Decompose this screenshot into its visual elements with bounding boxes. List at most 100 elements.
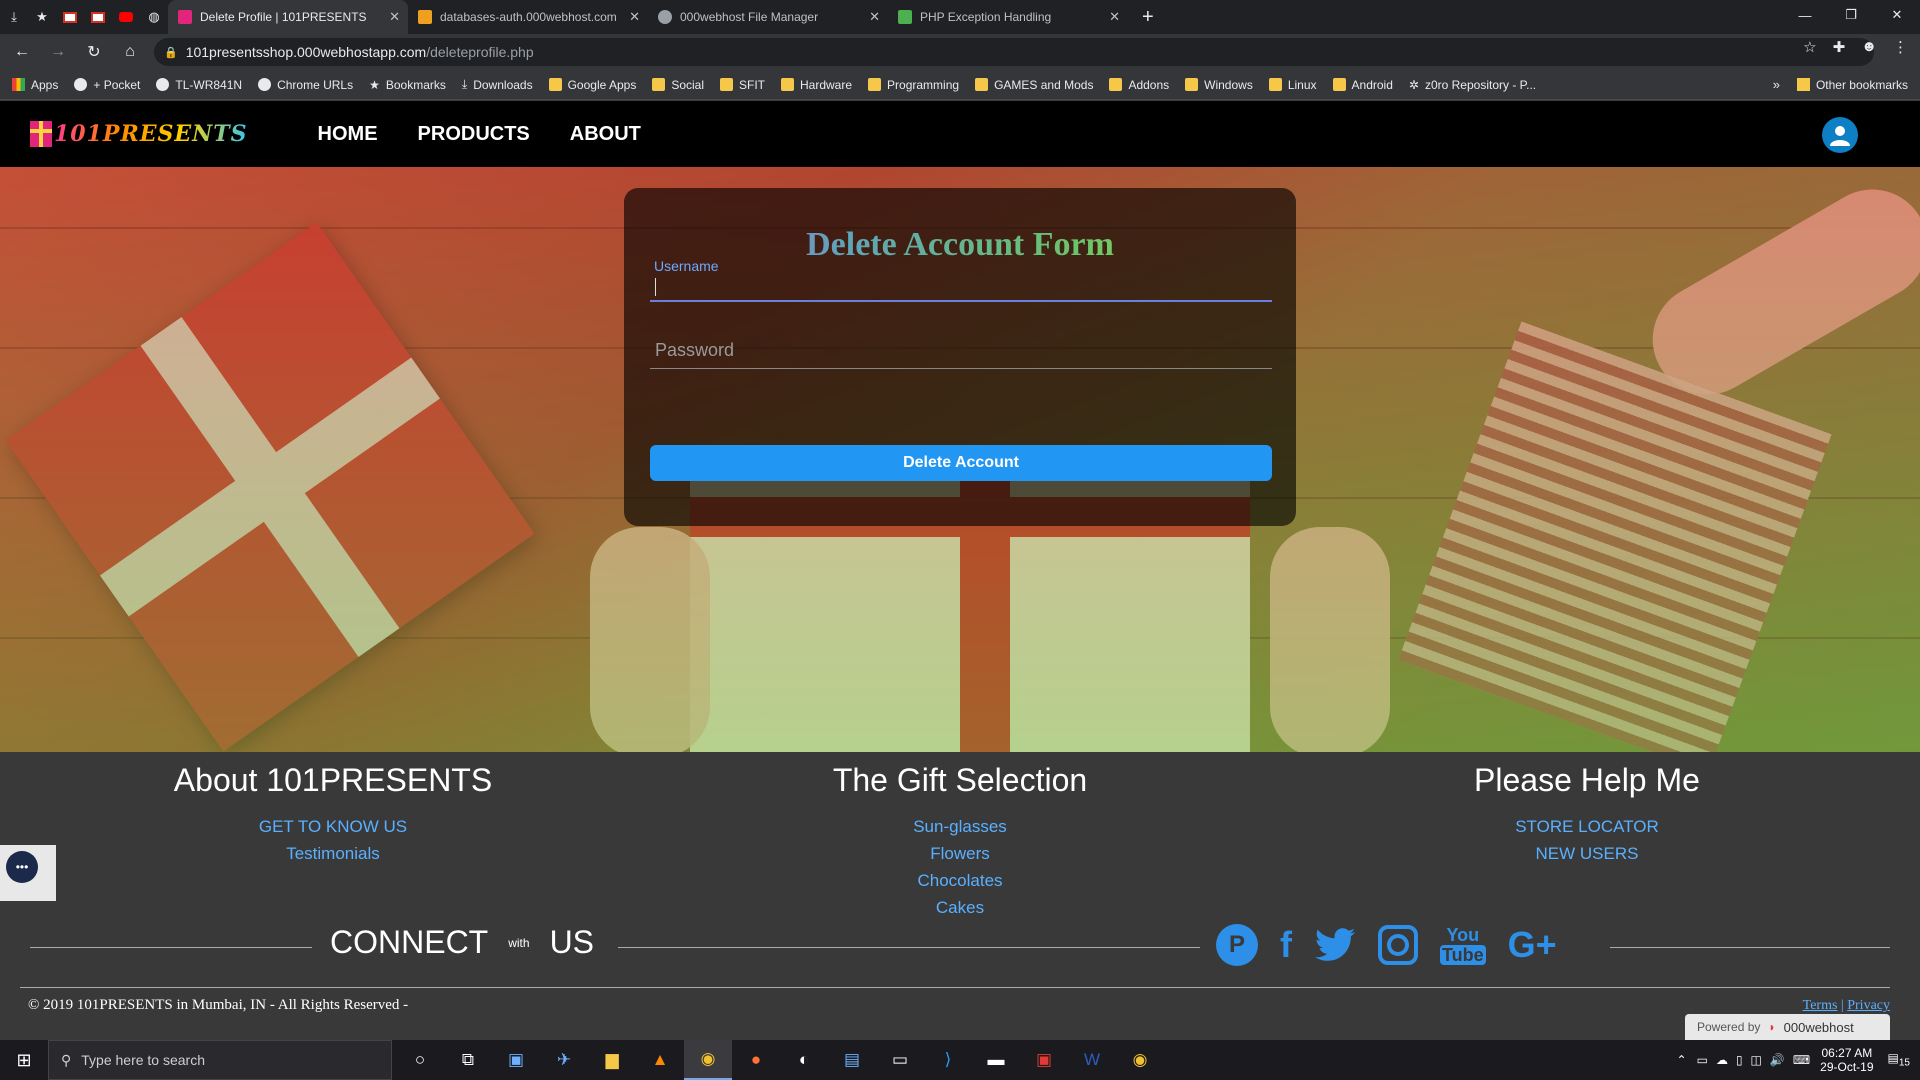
- bookmark-tl-wr841n[interactable]: TL-WR841N: [156, 78, 242, 92]
- app-documents-icon[interactable]: ▤: [828, 1040, 876, 1080]
- bookmark-linux[interactable]: Linux: [1268, 78, 1317, 92]
- download-icon[interactable]: ⤓: [0, 0, 28, 34]
- app-window-icon[interactable]: ▣: [492, 1040, 540, 1080]
- delete-account-button[interactable]: Delete Account: [650, 445, 1272, 481]
- task-view-icon[interactable]: ⧉: [444, 1040, 492, 1080]
- bookmark-apps[interactable]: Apps: [12, 78, 58, 92]
- site-logo[interactable]: 101PRESENTS: [30, 121, 248, 147]
- tab-file-manager[interactable]: 000webhost File Manager ✕: [648, 0, 888, 34]
- bookmark-sfit[interactable]: SFIT: [720, 78, 765, 92]
- footer-link-store-locator[interactable]: STORE LOCATOR: [1337, 813, 1837, 840]
- youtube-icon[interactable]: You Tube: [1440, 925, 1486, 965]
- app-red-icon[interactable]: ▣: [1020, 1040, 1068, 1080]
- cloud-icon[interactable]: ☁: [1716, 1053, 1728, 1067]
- bookmark-android[interactable]: Android: [1332, 78, 1393, 92]
- bookmarks-overflow-button[interactable]: »: [1773, 77, 1780, 92]
- tab-php-exception[interactable]: PHP Exception Handling ✕: [888, 0, 1128, 34]
- pinterest-icon[interactable]: P: [1216, 924, 1258, 966]
- bookmark-chrome-urls[interactable]: Chrome URLs: [258, 78, 353, 92]
- user-account-icon[interactable]: [1822, 117, 1858, 153]
- close-icon[interactable]: ✕: [1109, 9, 1120, 25]
- bookmark-programming[interactable]: Programming: [868, 78, 959, 92]
- vlc-icon[interactable]: ▲: [636, 1040, 684, 1080]
- lock-icon[interactable]: 🔒: [164, 46, 178, 59]
- youtube-pinned-tab[interactable]: [112, 0, 140, 34]
- restore-icon[interactable]: ❐: [1828, 0, 1874, 30]
- reload-icon[interactable]: ↻: [80, 38, 108, 66]
- star-icon[interactable]: ★: [28, 0, 56, 34]
- windows-start-icon[interactable]: ⊞: [0, 1040, 48, 1080]
- back-arrow-icon[interactable]: ←: [8, 38, 36, 66]
- footer-link-cakes[interactable]: Cakes: [710, 894, 1210, 921]
- facebook-icon[interactable]: f: [1280, 924, 1292, 966]
- password-field[interactable]: Password: [650, 338, 1272, 370]
- footer-link-get-to-know-us[interactable]: GET TO KNOW US: [83, 813, 583, 840]
- twitter-icon[interactable]: [1314, 928, 1356, 962]
- nav-home[interactable]: HOME: [318, 123, 378, 146]
- globe-pinned-tab[interactable]: ◍: [140, 0, 168, 34]
- bookmark-windows[interactable]: Windows: [1185, 78, 1253, 92]
- google-plus-icon[interactable]: G+: [1508, 924, 1557, 966]
- app-drive-icon[interactable]: ▭: [876, 1040, 924, 1080]
- footer-link-flowers[interactable]: Flowers: [710, 840, 1210, 867]
- username-field[interactable]: Username: [650, 258, 1272, 302]
- footer-link-chocolates[interactable]: Chocolates: [710, 867, 1210, 894]
- nav-about[interactable]: ABOUT: [570, 123, 641, 146]
- bookmark-downloads[interactable]: ⤓ Downloads: [462, 77, 533, 92]
- notifications-icon[interactable]: ▤15: [1888, 1051, 1910, 1068]
- footer-link-new-users[interactable]: NEW USERS: [1337, 840, 1837, 867]
- keyboard-icon[interactable]: ⌨: [1793, 1053, 1810, 1067]
- terms-link[interactable]: Terms: [1803, 998, 1838, 1013]
- gmail-pinned-tab[interactable]: [56, 0, 84, 34]
- profile-icon[interactable]: ☻: [1861, 38, 1877, 56]
- address-bar[interactable]: 🔒 101presentsshop.000webhostapp.com/dele…: [154, 38, 1874, 66]
- close-window-icon[interactable]: ✕: [1874, 0, 1920, 30]
- file-explorer-icon[interactable]: ▆: [588, 1040, 636, 1080]
- tab-delete-profile[interactable]: Delete Profile | 101PRESENTS ✕: [168, 0, 408, 34]
- instagram-icon[interactable]: [1378, 925, 1418, 965]
- volume-icon[interactable]: 🔊: [1770, 1053, 1785, 1067]
- taskbar-search-box[interactable]: ⚲ Type here to search: [48, 1040, 392, 1080]
- chrome-icon[interactable]: ◉: [684, 1040, 732, 1080]
- other-bookmarks[interactable]: Other bookmarks: [1796, 78, 1908, 92]
- new-tab-button[interactable]: +: [1142, 0, 1154, 34]
- chat-widget[interactable]: •••: [0, 845, 56, 901]
- bookmark-bookmarks[interactable]: ★ Bookmarks: [369, 78, 446, 92]
- bookmark-games-mods[interactable]: GAMES and Mods: [975, 78, 1093, 92]
- powered-by-badge[interactable]: Powered by ◗ 000webhost: [1685, 1014, 1890, 1040]
- steam-icon[interactable]: ◐: [780, 1040, 828, 1080]
- home-icon[interactable]: ⌂: [116, 38, 144, 66]
- bookmark-social[interactable]: Social: [652, 78, 704, 92]
- tab-databases-auth[interactable]: databases-auth.000webhost.com ✕: [408, 0, 648, 34]
- app-feather-icon[interactable]: ✈: [540, 1040, 588, 1080]
- close-icon[interactable]: ✕: [629, 9, 640, 25]
- cortana-icon[interactable]: ○: [396, 1040, 444, 1080]
- menu-kebab-icon[interactable]: ⋮: [1893, 38, 1908, 56]
- extensions-puzzle-icon[interactable]: ✚: [1833, 38, 1846, 56]
- forward-arrow-icon[interactable]: →: [44, 38, 72, 66]
- network-icon[interactable]: ◫: [1751, 1053, 1762, 1067]
- footer-link-sunglasses[interactable]: Sun-glasses: [710, 813, 1210, 840]
- close-icon[interactable]: ✕: [869, 9, 880, 25]
- chrome-secondary-icon[interactable]: ◉: [1116, 1040, 1164, 1080]
- firefox-icon[interactable]: ●: [732, 1040, 780, 1080]
- terminal-icon[interactable]: ▬: [972, 1040, 1020, 1080]
- tray-chevron-icon[interactable]: ⌃: [1677, 1053, 1687, 1067]
- word-icon[interactable]: W: [1068, 1040, 1116, 1080]
- bookmark-star-icon[interactable]: ☆: [1803, 38, 1816, 56]
- vscode-icon[interactable]: ⟩: [924, 1040, 972, 1080]
- bookmark-addons[interactable]: Addons: [1109, 78, 1169, 92]
- privacy-link[interactable]: Privacy: [1847, 998, 1890, 1013]
- footer-link-testimonials[interactable]: Testimonials: [83, 840, 583, 867]
- bookmark-z0ro[interactable]: ✲ z0ro Repository - P...: [1409, 78, 1536, 92]
- battery-icon[interactable]: ▯: [1736, 1053, 1743, 1067]
- taskbar-clock[interactable]: 06:27 AM 29-Oct-19: [1820, 1046, 1873, 1074]
- minimize-icon[interactable]: —: [1782, 0, 1828, 30]
- nav-products[interactable]: PRODUCTS: [418, 123, 530, 146]
- bookmark-pocket[interactable]: + Pocket: [74, 78, 140, 92]
- bookmark-hardware[interactable]: Hardware: [781, 78, 852, 92]
- bookmark-google-apps[interactable]: Google Apps: [548, 78, 636, 92]
- tray-device-icon[interactable]: ▭: [1697, 1053, 1708, 1067]
- gmail-pinned-tab-2[interactable]: [84, 0, 112, 34]
- close-icon[interactable]: ✕: [389, 9, 400, 25]
